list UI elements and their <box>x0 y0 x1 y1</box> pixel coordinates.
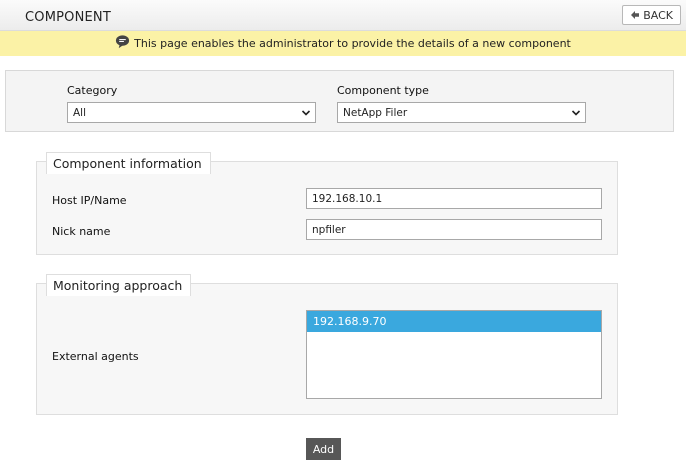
category-label: Category <box>67 84 118 97</box>
chevron-down-icon <box>301 110 311 116</box>
category-select-value: All <box>73 106 87 119</box>
host-input[interactable]: 192.168.10.1 <box>306 188 602 209</box>
page-header: COMPONENT BACK <box>0 0 686 31</box>
component-info-legend: Component information <box>46 152 211 174</box>
speech-bubble-icon <box>116 35 130 49</box>
host-label: Host IP/Name <box>52 194 127 207</box>
component-type-label: Component type <box>337 84 429 97</box>
monitoring-legend: Monitoring approach <box>46 274 192 296</box>
nick-name-label: Nick name <box>52 225 111 238</box>
chevron-down-icon <box>571 110 581 116</box>
info-banner: This page enables the administrator to p… <box>0 31 686 56</box>
back-arrow-icon <box>631 11 640 19</box>
back-button-label: BACK <box>643 8 673 22</box>
external-agents-listbox[interactable]: 192.168.9.70 <box>306 310 602 399</box>
back-button[interactable]: BACK <box>622 5 681 25</box>
page-title: COMPONENT <box>25 10 112 25</box>
nick-name-input[interactable]: npfiler <box>306 219 602 240</box>
banner-text: This page enables the administrator to p… <box>134 37 571 50</box>
component-type-select-value: NetApp Filer <box>343 106 408 119</box>
component-type-select[interactable]: NetApp Filer <box>337 102 586 123</box>
category-select[interactable]: All <box>67 102 316 123</box>
external-agents-label: External agents <box>52 350 139 363</box>
add-button[interactable]: Add <box>306 438 341 460</box>
agent-option[interactable]: 192.168.9.70 <box>307 311 601 332</box>
